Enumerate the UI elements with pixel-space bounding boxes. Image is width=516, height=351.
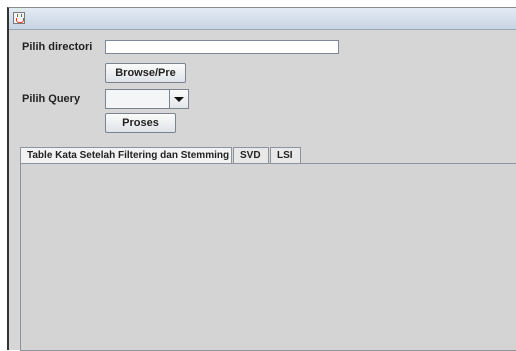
directory-field[interactable] — [105, 40, 339, 54]
directory-label: Pilih directori — [22, 41, 93, 53]
query-label: Pilih Query — [22, 93, 81, 105]
java-cup-icon — [13, 12, 25, 24]
tab-table-kata[interactable]: Table Kata Setelah Filtering dan Stemmin… — [20, 147, 232, 164]
browse-button[interactable]: Browse/Pre — [105, 63, 186, 83]
process-button[interactable]: Proses — [105, 113, 176, 133]
app-window: Pilih directori Browse/Pre Pilih Query P… — [7, 7, 516, 351]
tab-lsi[interactable]: LSI — [270, 147, 301, 163]
tab-svd[interactable]: SVD — [233, 147, 269, 163]
tab-content-panel — [20, 163, 516, 351]
title-bar[interactable] — [9, 8, 516, 30]
chevron-down-icon[interactable] — [169, 90, 188, 108]
query-select[interactable] — [105, 89, 189, 109]
